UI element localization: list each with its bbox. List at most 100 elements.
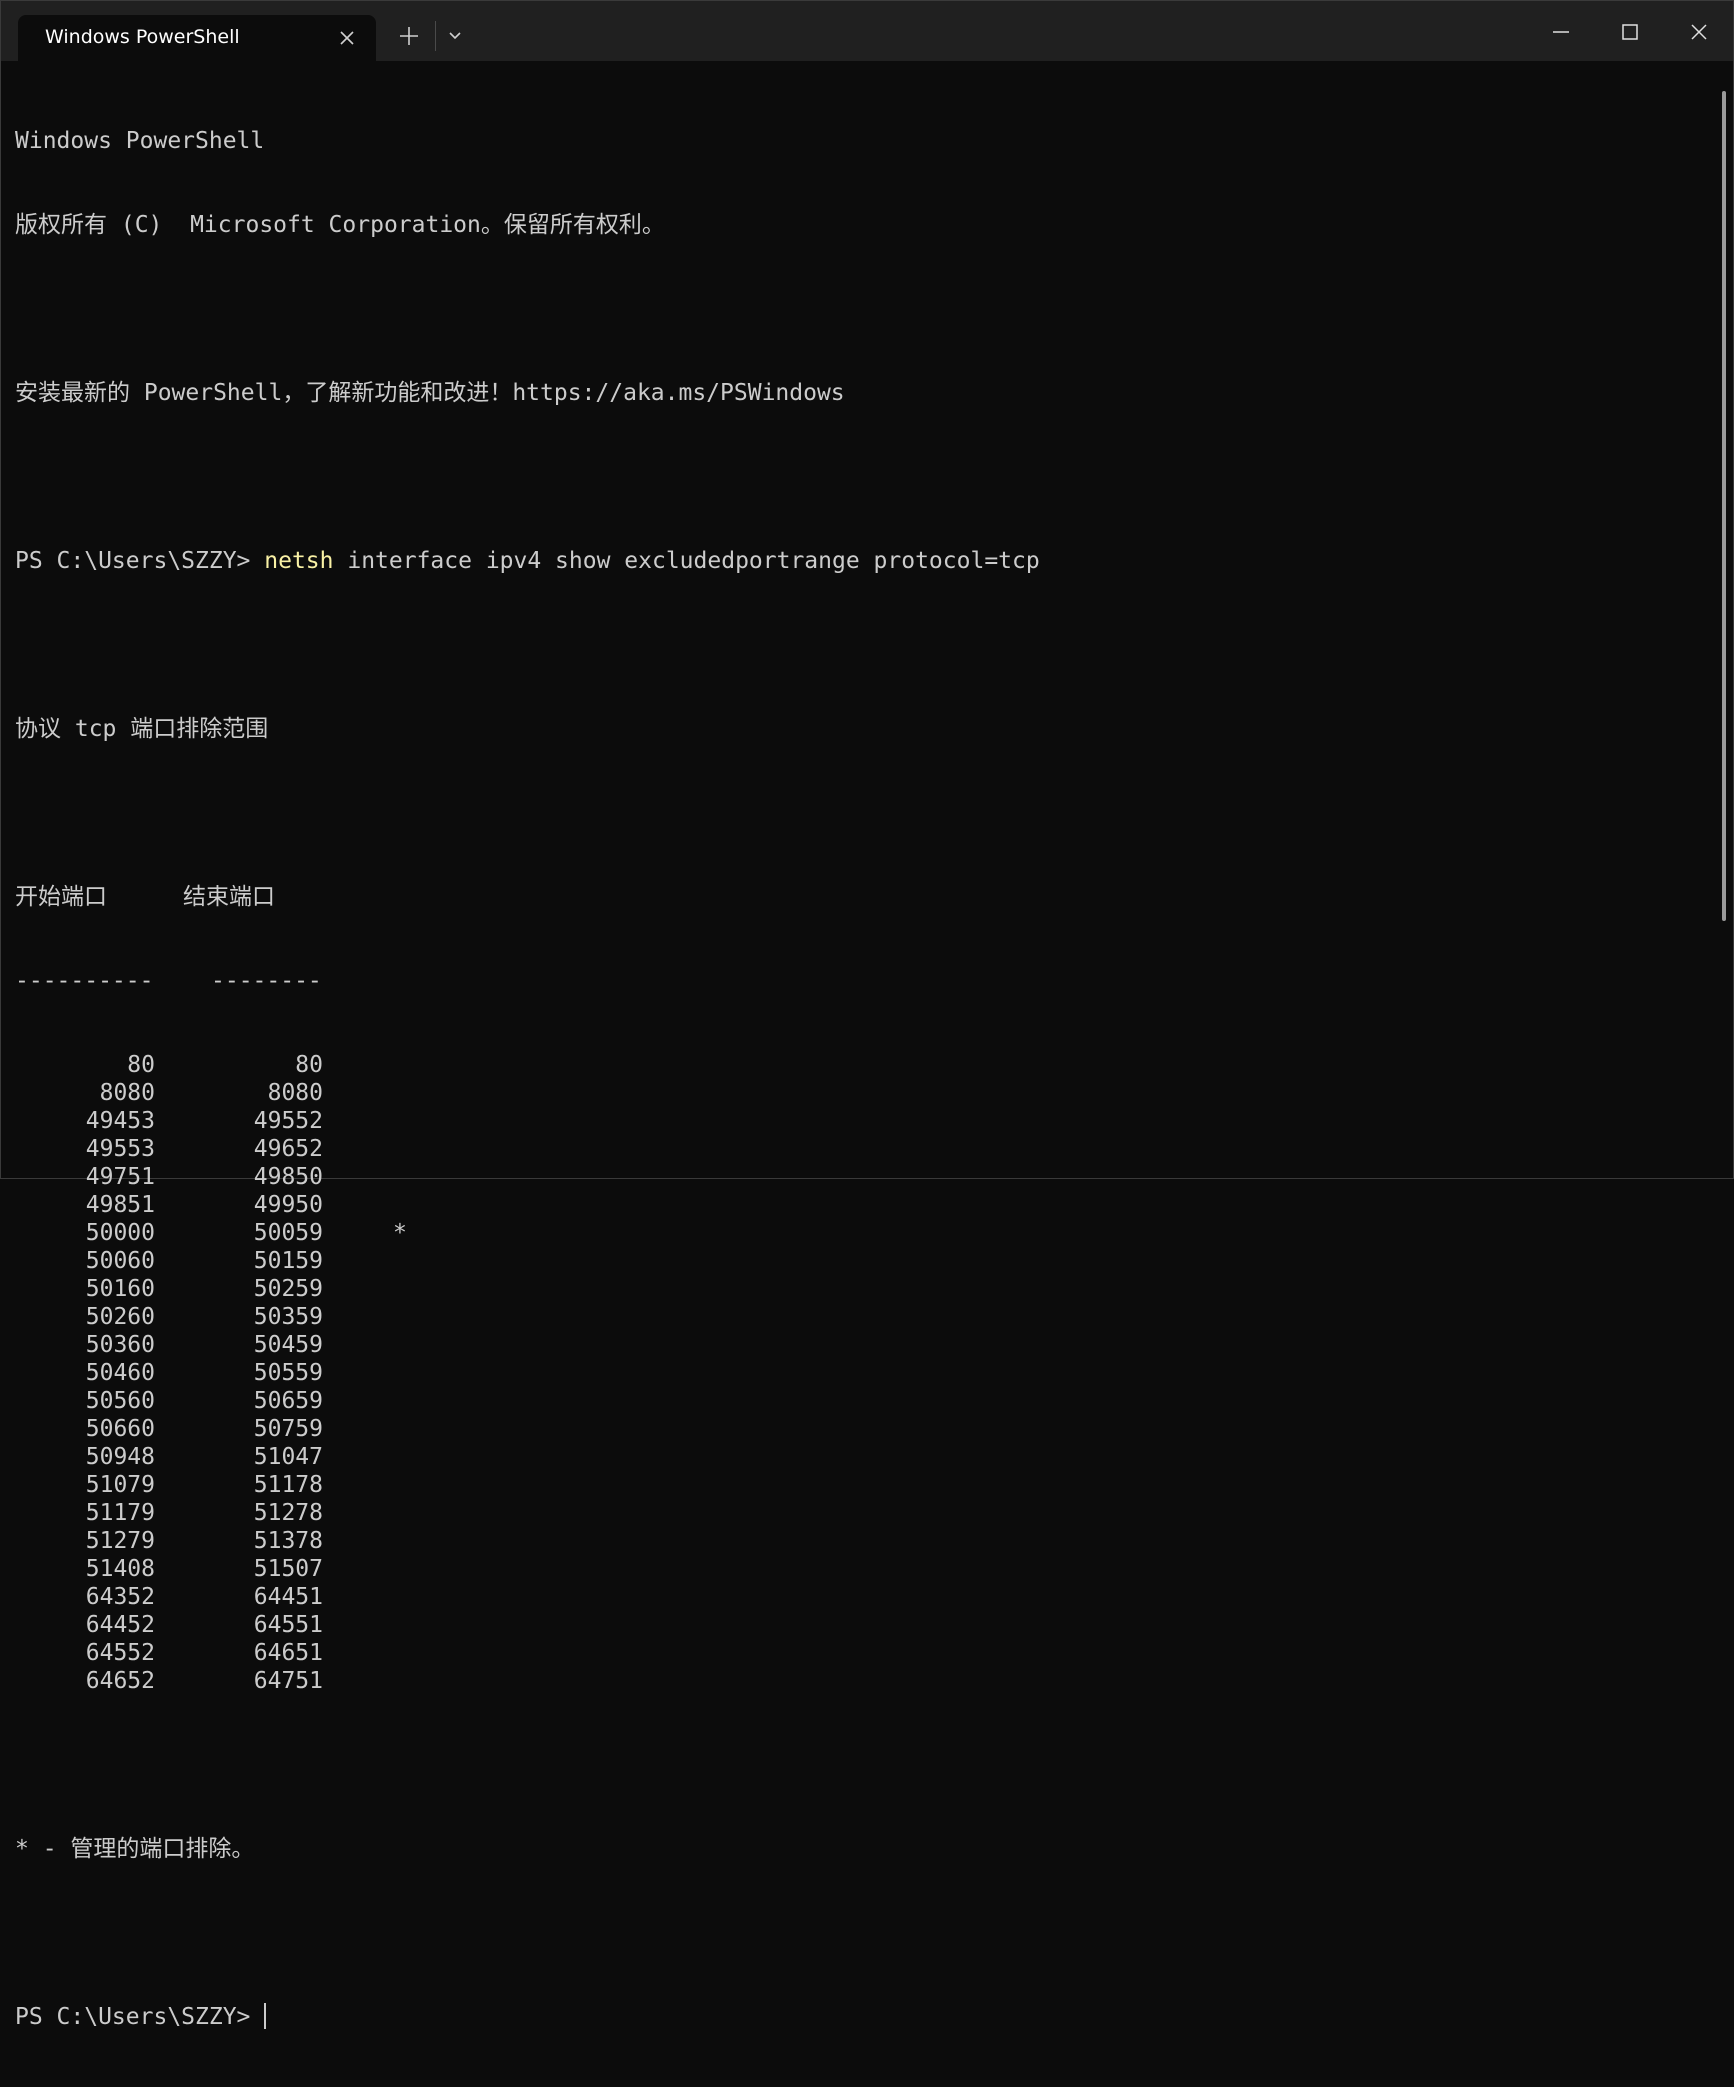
end-port: 49652 <box>253 1136 323 1162</box>
port-range-row: 50948 51047 <box>15 1443 1040 1471</box>
start-port: 80 <box>127 1052 155 1078</box>
end-port: 51378 <box>253 1528 323 1554</box>
start-port: 49851 <box>85 1192 155 1218</box>
tab-title: Windows PowerShell <box>45 26 240 48</box>
port-range-row: 51279 51378 <box>15 1527 1040 1555</box>
powershell-window: Windows PowerShell Windows PowerShell 版权… <box>0 0 1734 2030</box>
prompt: PS C:\Users\SZZY> <box>15 2004 265 2030</box>
port-range-row: 49751 49850 <box>15 1163 1040 1191</box>
port-range-row: 64452 64551 <box>15 1611 1040 1639</box>
start-port: 64552 <box>85 1640 155 1666</box>
tab-windows-powershell[interactable]: Windows PowerShell <box>18 15 376 61</box>
port-range-row: 50460 50559 <box>15 1359 1040 1387</box>
install-hint-line: 安装最新的 PowerShell，了解新功能和改进！https://aka.ms… <box>15 380 845 406</box>
close-icon <box>1691 24 1707 40</box>
minimize-icon <box>1553 31 1569 33</box>
col-start-separator: ---------- <box>15 968 154 994</box>
start-port: 51279 <box>85 1528 155 1554</box>
end-port: 50059 <box>253 1220 323 1246</box>
end-port: 51507 <box>253 1556 323 1582</box>
command-args: interface ipv4 show excludedportrange pr… <box>333 548 1040 574</box>
port-range-row: 51179 51278 <box>15 1499 1040 1527</box>
command-keyword: netsh <box>264 548 334 574</box>
port-range-row: 50660 50759 <box>15 1415 1040 1443</box>
port-range-row: 80 80 <box>15 1051 1040 1079</box>
col-end-header: 结束端口 <box>183 884 275 910</box>
end-port: 50759 <box>253 1416 323 1442</box>
title-bar[interactable]: Windows PowerShell <box>1 1 1733 61</box>
maximize-icon <box>1622 24 1638 40</box>
footnote-line: * - 管理的端口排除。 <box>15 1836 255 1862</box>
port-range-row: 64352 64451 <box>15 1583 1040 1611</box>
end-port: 51047 <box>253 1444 323 1470</box>
command-line: PS C:\Users\SZZY> netsh interface ipv4 s… <box>15 547 1040 575</box>
end-port: 8080 <box>267 1080 323 1106</box>
copyright-line: 版权所有 (C) Microsoft Corporation。保留所有权利。 <box>15 212 665 238</box>
start-port: 64452 <box>85 1612 155 1638</box>
end-port: 64651 <box>253 1640 323 1666</box>
start-port: 50060 <box>85 1248 155 1274</box>
end-port: 50659 <box>253 1388 323 1414</box>
column-separators: ---------- -------- <box>15 967 1040 995</box>
maximize-button[interactable] <box>1617 19 1643 45</box>
end-port: 64751 <box>253 1668 323 1694</box>
admin-excluded-flag: * <box>393 1220 407 1246</box>
end-port: 51178 <box>253 1472 323 1498</box>
column-headers: 开始端口 结束端口 <box>15 883 1040 911</box>
tab-dropdown-button[interactable] <box>444 25 466 47</box>
end-port: 51278 <box>253 1500 323 1526</box>
start-port: 8080 <box>99 1080 155 1106</box>
terminal-output[interactable]: Windows PowerShell 版权所有 (C) Microsoft Co… <box>15 71 1040 2087</box>
port-range-row: 50060 50159 <box>15 1247 1040 1275</box>
start-port: 49553 <box>85 1136 155 1162</box>
close-icon <box>340 31 354 45</box>
end-port: 50359 <box>253 1304 323 1330</box>
plus-icon <box>400 27 418 45</box>
end-port: 64451 <box>253 1584 323 1610</box>
end-port: 80 <box>295 1052 323 1078</box>
start-port: 50260 <box>85 1304 155 1330</box>
start-port: 64652 <box>85 1668 155 1694</box>
end-port: 49950 <box>253 1192 323 1218</box>
end-port: 50159 <box>253 1248 323 1274</box>
prompt: PS C:\Users\SZZY> <box>15 548 265 574</box>
start-port: 51408 <box>85 1556 155 1582</box>
port-range-row: 51079 51178 <box>15 1471 1040 1499</box>
close-window-button[interactable] <box>1686 19 1712 45</box>
range-title: 协议 tcp 端口排除范围 <box>15 716 269 742</box>
start-port: 51079 <box>85 1472 155 1498</box>
port-range-row: 50160 50259 <box>15 1275 1040 1303</box>
vertical-scrollbar[interactable] <box>1722 91 1726 921</box>
tab-close-button[interactable] <box>336 27 358 49</box>
port-range-row: 49453 49552 <box>15 1107 1040 1135</box>
end-port: 49850 <box>253 1164 323 1190</box>
start-port: 50000 <box>85 1220 155 1246</box>
new-tab-button[interactable] <box>396 23 422 49</box>
col-end-separator: -------- <box>211 968 322 994</box>
end-port: 50559 <box>253 1360 323 1386</box>
minimize-button[interactable] <box>1548 19 1574 45</box>
port-range-row: 50000 50059 * <box>15 1219 1040 1247</box>
port-range-row: 50560 50659 <box>15 1387 1040 1415</box>
col-start-header: 开始端口 <box>15 884 107 910</box>
start-port: 50660 <box>85 1416 155 1442</box>
chevron-down-icon <box>449 32 461 40</box>
start-port: 50460 <box>85 1360 155 1386</box>
start-port: 50360 <box>85 1332 155 1358</box>
final-prompt-line[interactable]: PS C:\Users\SZZY> <box>15 2003 1040 2031</box>
end-port: 50259 <box>253 1276 323 1302</box>
end-port: 50459 <box>253 1332 323 1358</box>
text-cursor <box>264 2003 267 2029</box>
port-range-row: 8080 8080 <box>15 1079 1040 1107</box>
start-port: 49453 <box>85 1108 155 1134</box>
start-port: 64352 <box>85 1584 155 1610</box>
port-range-rows: 80 80 8080 8080 49453 49552 49553 49652 49751 498… <box>15 1051 1040 1695</box>
port-range-row: 49851 49950 <box>15 1191 1040 1219</box>
start-port: 49751 <box>85 1164 155 1190</box>
start-port: 50948 <box>85 1444 155 1470</box>
start-port: 50160 <box>85 1276 155 1302</box>
tab-divider <box>435 21 436 51</box>
start-port: 50560 <box>85 1388 155 1414</box>
